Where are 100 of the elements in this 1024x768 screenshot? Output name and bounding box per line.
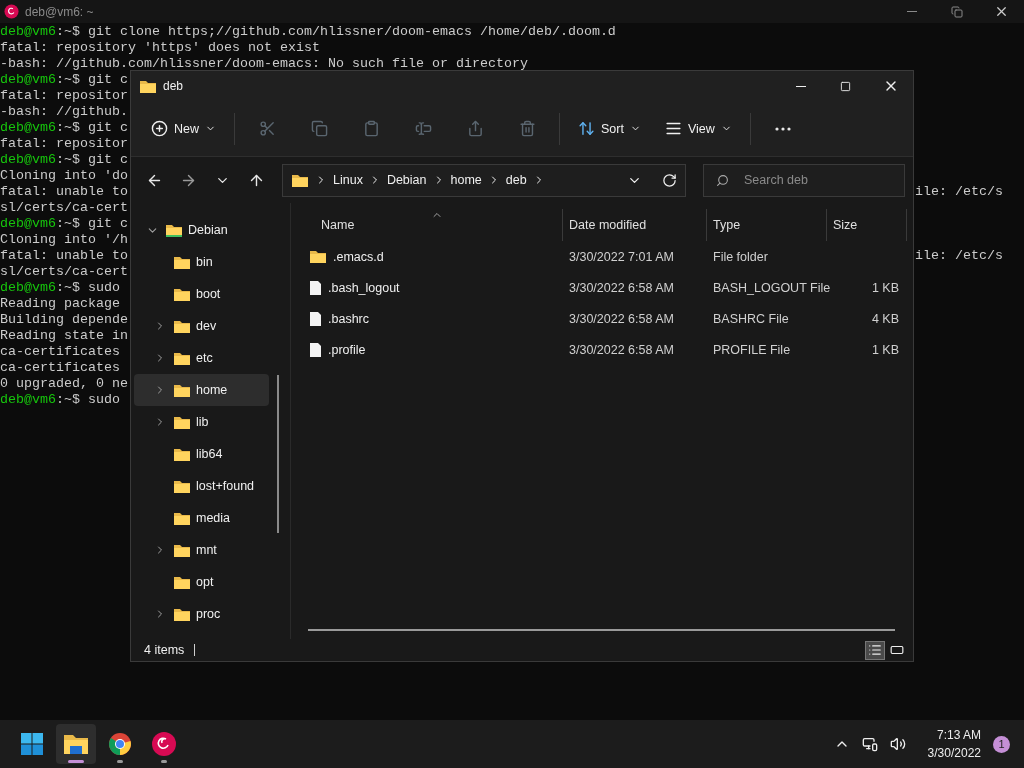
terminal-line: -bash: //github. <box>0 104 128 120</box>
table-cell-text: 4 KB <box>870 311 900 326</box>
folder-icon <box>165 222 183 238</box>
breadcrumb[interactable]: home <box>450 173 482 187</box>
folder-icon <box>139 78 157 94</box>
tree-item[interactable]: proc <box>134 598 269 630</box>
column-header[interactable]: Date modified <box>563 209 707 241</box>
window-title: deb@vm6: ~ <box>25 4 94 19</box>
search-icon <box>716 173 729 187</box>
column-header[interactable]: Name <box>291 209 563 241</box>
terminal-line: fatal: repositor <box>0 88 128 104</box>
minimize-icon <box>906 11 917 12</box>
rectangle-icon <box>890 643 904 657</box>
time-text: 7:13 AM <box>936 727 981 744</box>
file-icon <box>309 341 322 358</box>
tree-item[interactable]: media <box>134 502 269 534</box>
breadcrumb[interactable]: Debian <box>386 173 427 187</box>
tree-label: Debian <box>188 223 228 237</box>
terminal-line: deb@vm6:~$ git c <box>0 152 128 168</box>
folder-icon <box>173 318 191 334</box>
terminal-line: Building depende <box>0 312 128 328</box>
file-name-cell[interactable]: .bashrc <box>291 310 563 327</box>
close-icon <box>994 4 1009 19</box>
tree-label: dev <box>196 319 217 333</box>
terminal-line: deb@vm6:~$ git c <box>0 120 128 136</box>
tree-item[interactable]: lost+found <box>134 470 269 502</box>
swirl-logo-icon <box>151 731 177 757</box>
tree-item[interactable]: Debian <box>134 214 269 246</box>
terminal-line: Reading package <box>0 296 120 312</box>
clock[interactable]: 7:13 AM 3/30/2022 <box>927 726 981 762</box>
folder-icon <box>173 382 191 398</box>
folder-icon <box>173 350 191 366</box>
notification-badge[interactable]: 1 <box>993 735 1010 753</box>
browser-icon <box>108 732 132 756</box>
tree-item[interactable]: opt <box>134 566 269 598</box>
maximize-icon <box>840 80 851 92</box>
tree-item[interactable]: mnt <box>134 534 269 566</box>
terminal-line: fatal: repository 'https' does not exist <box>0 40 320 56</box>
tree-item[interactable]: boot <box>134 278 269 310</box>
folder-icon <box>291 172 309 188</box>
clipboard-icon <box>362 120 380 137</box>
tree-item[interactable]: etc <box>134 342 269 374</box>
details-view-button[interactable] <box>865 640 885 660</box>
more-icon <box>774 126 791 131</box>
tree-label: etc <box>196 351 213 365</box>
terminal-line: ile: /etc/s <box>915 248 1003 264</box>
file-name: .emacs.d <box>333 249 384 264</box>
tree-label: boot <box>196 287 221 301</box>
sort-button[interactable]: Sort <box>568 110 651 147</box>
refresh-icon[interactable] <box>662 172 677 188</box>
table-cell-text: 1 KB <box>870 342 900 357</box>
address-bar[interactable]: Linux Debian home deb <box>282 163 686 197</box>
tree-item[interactable]: bin <box>134 246 269 278</box>
table-cell-text: 3/30/2022 7:01 AM <box>568 249 675 264</box>
folder-icon <box>173 414 191 430</box>
file-name-cell[interactable]: .emacs.d <box>291 249 563 264</box>
tree-item[interactable]: home <box>134 374 269 406</box>
terminal-line: ca-certificates <box>0 360 120 376</box>
folder-icon <box>173 446 191 462</box>
tree-item[interactable]: dev <box>134 310 269 342</box>
tree-label: mnt <box>196 543 217 557</box>
view-button[interactable]: View <box>654 110 742 147</box>
file-name: .profile <box>328 342 366 357</box>
file-icon <box>309 279 322 296</box>
terminal-line: Cloning into 'do <box>0 168 128 184</box>
column-header[interactable]: Type <box>707 209 827 241</box>
new-button[interactable]: New <box>141 110 226 147</box>
terminal-line: deb@vm6:~$ git c <box>0 72 128 88</box>
terminal-line: fatal: unable to <box>0 184 128 200</box>
speaker-icon <box>889 736 906 752</box>
search-field[interactable]: Search deb <box>703 163 905 197</box>
table-cell-text: 3/30/2022 6:58 AM <box>568 311 675 326</box>
breadcrumb[interactable]: deb <box>505 173 527 187</box>
terminal-line: ca-certificates <box>0 344 120 360</box>
tree-label: lib64 <box>196 447 223 461</box>
sort-icon <box>578 120 595 137</box>
folder-icon <box>173 542 191 558</box>
file-name-cell[interactable]: .profile <box>291 341 563 358</box>
column-header[interactable]: Size <box>827 209 907 241</box>
scrollbar-thumb[interactable] <box>277 375 279 533</box>
taskbar-app-button[interactable] <box>56 724 96 764</box>
terminal-line: deb@vm6:~$ sudo <box>0 280 120 296</box>
terminal-line: fatal: repositor <box>0 136 128 152</box>
swirl-logo-icon <box>4 4 19 19</box>
scissors-icon <box>258 120 276 137</box>
plus-icon <box>151 120 168 137</box>
terminal-line: 0 upgraded, 0 ne <box>0 376 128 392</box>
rename-icon <box>414 120 432 137</box>
breadcrumb[interactable]: Linux <box>333 173 363 187</box>
tree-label: lib <box>196 415 209 429</box>
file-name-cell[interactable]: .bash_logout <box>291 279 563 296</box>
folder-icon <box>173 254 191 270</box>
tree-label: opt <box>196 575 214 589</box>
tree-item[interactable]: lib <box>134 406 269 438</box>
terminal-line: -bash: //github.com/hlissner/doom-emacs: No such file or directory <box>0 56 528 72</box>
scrollbar-thumb[interactable] <box>308 629 895 631</box>
tree-item[interactable]: lib64 <box>134 438 269 470</box>
folder-icon <box>173 510 191 526</box>
terminal-line: Reading state in <box>0 328 128 344</box>
folder-icon <box>173 574 191 590</box>
